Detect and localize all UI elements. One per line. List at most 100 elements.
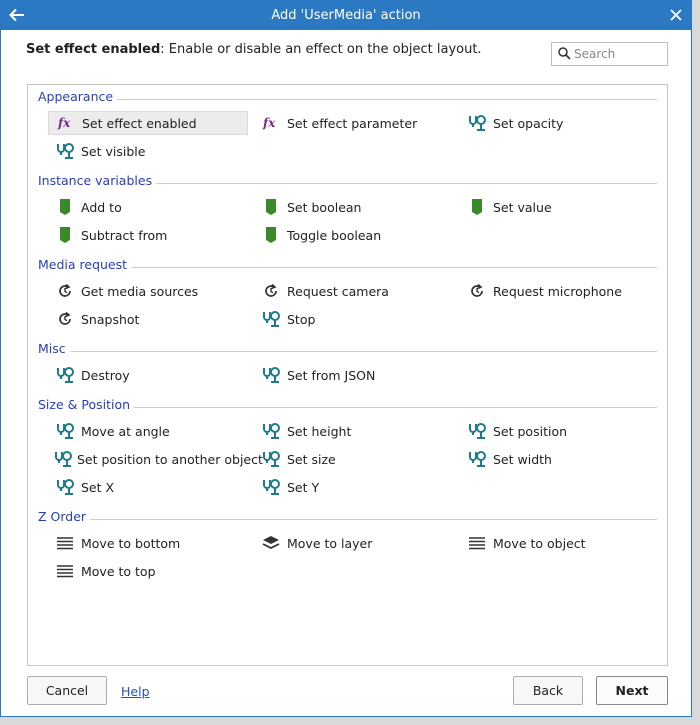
add-action-dialog: Add 'UserMedia' action Set effect enable… — [0, 0, 692, 717]
category-divider — [38, 99, 657, 100]
action-item[interactable]: Get media sources — [48, 279, 248, 303]
action-item-label: Stop — [287, 311, 316, 327]
action-item[interactable]: Add to — [48, 195, 248, 219]
next-button[interactable]: Next — [596, 676, 668, 705]
action-item-label: Move to bottom — [81, 535, 181, 551]
action-item-label: Set effect parameter — [287, 115, 418, 131]
search-icon — [558, 47, 571, 60]
category-title: Z Order — [38, 509, 91, 524]
category-title: Media request — [38, 257, 132, 272]
action-item-label: Set width — [493, 451, 552, 467]
stack-icon — [52, 561, 78, 581]
action-list[interactable]: Appearance fx Set effect enabled fx Set effe… — [27, 84, 668, 666]
action-item[interactable]: Toggle boolean — [254, 223, 454, 247]
action-item[interactable]: fx Set effect enabled — [48, 111, 248, 135]
action-item-label: Set from JSON — [287, 367, 376, 383]
action-item-label: Destroy — [81, 367, 130, 383]
action-item[interactable]: Stop — [254, 307, 454, 331]
action-item-label: Set Y — [287, 479, 320, 495]
action-item-label: Subtract from — [81, 227, 168, 243]
action-item[interactable]: Set X — [48, 475, 248, 499]
action-item-label: Set visible — [81, 143, 146, 159]
close-button[interactable] — [665, 3, 687, 27]
variable-icon — [258, 197, 284, 217]
action-item[interactable]: Set value — [460, 195, 660, 219]
svg-text:fx: fx — [57, 116, 71, 130]
object-icon — [258, 309, 284, 329]
category-divider — [38, 351, 657, 352]
action-item[interactable]: Subtract from — [48, 223, 248, 247]
action-item[interactable]: Request camera — [254, 279, 454, 303]
category-header: Z Order — [38, 509, 657, 527]
variable-icon — [52, 225, 78, 245]
svg-text:fx: fx — [262, 116, 276, 130]
category-title: Misc — [38, 341, 70, 356]
action-item[interactable]: Set position — [460, 419, 660, 443]
action-item-label: Move to top — [81, 563, 156, 579]
action-item[interactable]: Move to bottom — [48, 531, 248, 555]
action-item-label: Get media sources — [81, 283, 199, 299]
fx-icon: fx — [258, 113, 284, 133]
action-item-label: Set X — [81, 479, 115, 495]
title-bar: Add 'UserMedia' action — [1, 1, 691, 30]
action-item[interactable]: Destroy — [48, 363, 248, 387]
action-item[interactable]: Set width — [460, 447, 660, 471]
action-item-label: Move to object — [493, 535, 586, 551]
object-icon — [52, 477, 78, 497]
back-button[interactable]: Back — [513, 676, 583, 705]
action-item[interactable]: Set visible — [48, 139, 248, 163]
search-box[interactable] — [551, 42, 668, 66]
action-item-label: Toggle boolean — [287, 227, 382, 243]
action-item[interactable]: Request microphone — [460, 279, 660, 303]
action-item[interactable]: fx Set effect parameter — [254, 111, 454, 135]
category-header: Appearance — [38, 89, 657, 107]
action-item-label: Snapshot — [81, 311, 140, 327]
category-header: Media request — [38, 257, 657, 275]
object-icon — [52, 449, 74, 469]
action-item-label: Set size — [287, 451, 336, 467]
cancel-button[interactable]: Cancel — [27, 676, 107, 705]
action-item[interactable]: Set from JSON — [254, 363, 454, 387]
search-input[interactable] — [574, 45, 664, 63]
help-link[interactable]: Help — [121, 684, 150, 699]
action-item[interactable]: Set size — [254, 447, 454, 471]
object-icon — [258, 477, 284, 497]
action-item[interactable]: Move to object — [460, 531, 660, 555]
action-item[interactable]: Set position to another object — [48, 447, 263, 471]
action-item-label: Set value — [493, 199, 552, 215]
category-title: Size & Position — [38, 397, 135, 412]
action-item[interactable]: Move to top — [48, 559, 248, 583]
object-icon — [52, 141, 78, 161]
action-item-label: Request microphone — [493, 283, 622, 299]
category-header: Instance variables — [38, 173, 657, 191]
category-header: Misc — [38, 341, 657, 359]
dialog-title: Add 'UserMedia' action — [271, 8, 421, 23]
action-item[interactable]: Set boolean — [254, 195, 454, 219]
object-icon — [464, 113, 490, 133]
category-title: Appearance — [38, 89, 118, 104]
object-icon — [52, 421, 78, 441]
variable-icon — [258, 225, 284, 245]
action-description: Set effect enabled: Enable or disable an… — [26, 42, 482, 57]
async-icon — [258, 281, 284, 301]
layers-icon — [258, 533, 284, 553]
action-item-label: Move to layer — [287, 535, 373, 551]
action-item[interactable]: Move at angle — [48, 419, 248, 443]
action-description-text: : Enable or disable an effect on the obj… — [160, 42, 482, 57]
action-item[interactable]: Move to layer — [254, 531, 454, 555]
action-item[interactable]: Set opacity — [460, 111, 660, 135]
action-item[interactable]: Set height — [254, 419, 454, 443]
object-icon — [52, 365, 78, 385]
action-item[interactable]: Set Y — [254, 475, 454, 499]
action-item-label: Set position to another object — [77, 451, 263, 467]
object-icon — [258, 421, 284, 441]
action-name: Set effect enabled — [26, 42, 161, 57]
object-icon — [258, 365, 284, 385]
action-item-label: Move at angle — [81, 423, 170, 439]
close-icon — [670, 9, 682, 21]
action-item-label: Set effect enabled — [82, 115, 197, 131]
category-header: Size & Position — [38, 397, 657, 415]
object-icon — [464, 421, 490, 441]
action-item[interactable]: Snapshot — [48, 307, 248, 331]
fx-icon: fx — [53, 113, 79, 133]
